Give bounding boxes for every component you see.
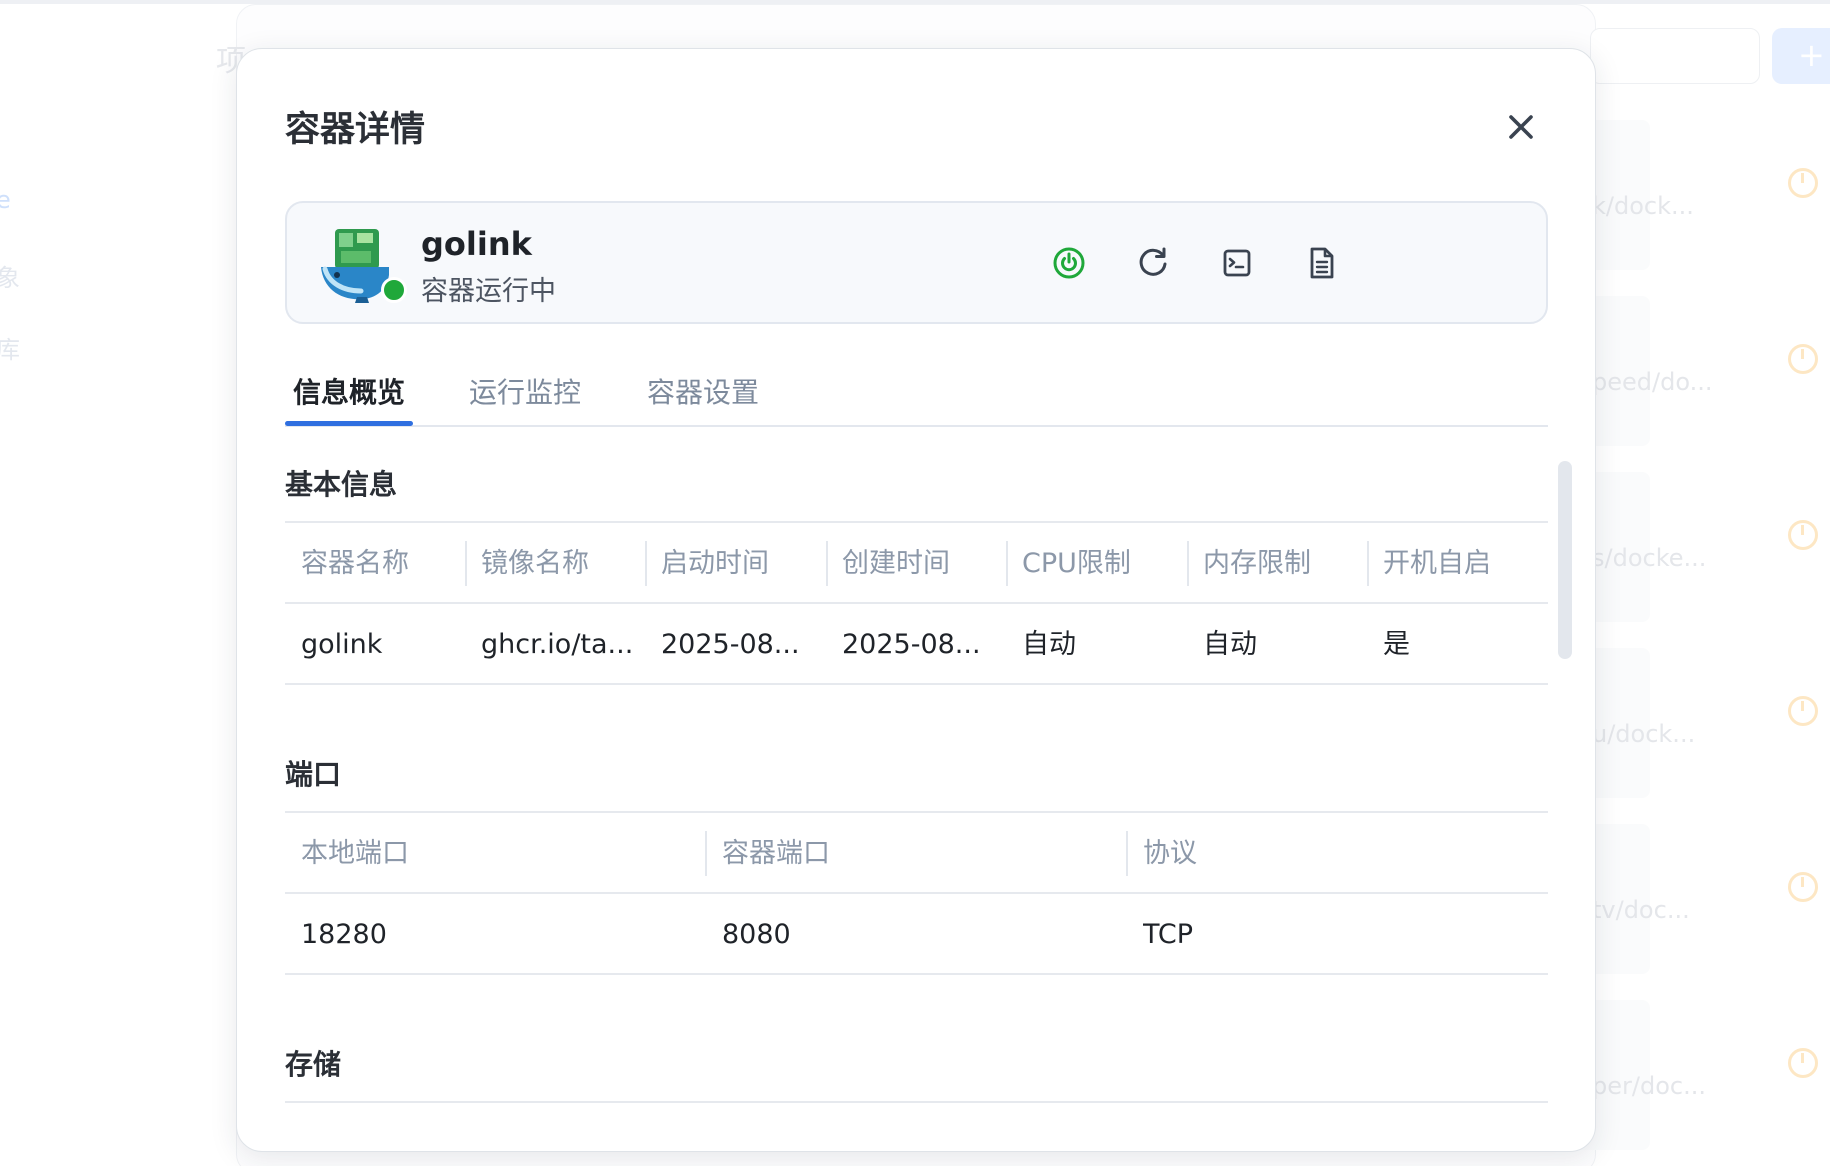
column-header: 协议 [1143, 838, 1197, 869]
document-icon [1310, 247, 1334, 279]
background-search-input [1590, 28, 1760, 84]
column-header: 开机自启 [1383, 548, 1491, 579]
section-title-storage: 存储 [285, 1048, 342, 1081]
column-divider [1006, 541, 1008, 586]
modal-title: 容器详情 [285, 110, 426, 150]
column-divider [645, 541, 647, 586]
container-detail-modal: 容器详情 golink 容器运行中 信息概览 运行监控 容器设置 基本信息 容器… [236, 48, 1596, 1152]
tab-overview[interactable]: 信息概览 [293, 371, 405, 411]
app-screen: 项 e 象 库 + k/dock... peed/do... s/docke..… [0, 0, 1830, 1166]
background-power-icon [1788, 872, 1818, 902]
running-status-dot [381, 277, 407, 303]
background-sidebar-item: 库 [0, 336, 20, 364]
ports-table: 本地端口 容器端口 协议 18280 8080 TCP [285, 811, 1548, 975]
background-list-item-text: s/docke... [1592, 544, 1707, 572]
background-power-icon [1788, 168, 1818, 198]
close-button[interactable] [1501, 107, 1541, 147]
background-add-button: + [1772, 28, 1830, 84]
table-cell: 8080 [722, 919, 791, 950]
background-list-item-text: peed/do... [1592, 368, 1713, 396]
table-cell: 2025-08... [661, 629, 800, 660]
column-header: 镜像名称 [481, 548, 589, 579]
column-divider [1126, 831, 1128, 876]
storage-table [285, 1101, 1548, 1103]
column-header: 本地端口 [301, 838, 409, 869]
table-header: 容器名称 镜像名称 启动时间 创建时间 CPU限制 内存限制 开机自启 [285, 523, 1548, 604]
column-header: 容器端口 [722, 838, 830, 869]
table-cell: ghcr.io/ta... [481, 629, 634, 660]
column-divider [826, 541, 828, 586]
table-row: golink ghcr.io/ta... 2025-08... 2025-08.… [285, 604, 1548, 685]
column-divider [705, 831, 707, 876]
close-icon [1509, 115, 1533, 139]
table-cell: 18280 [301, 919, 387, 950]
background-power-icon [1788, 1048, 1818, 1078]
active-tab-indicator [285, 421, 413, 426]
power-icon [1053, 247, 1085, 279]
background-list-item-text: k/dock... [1592, 192, 1694, 220]
background-list-item-text: tv/doc... [1592, 896, 1690, 924]
background-list-item-text: per/doc... [1592, 1072, 1706, 1100]
container-summary-card: golink 容器运行中 [285, 201, 1548, 324]
table-cell: golink [301, 629, 383, 660]
terminal-icon [1223, 249, 1251, 277]
background-power-icon [1788, 344, 1818, 374]
table-cell: 自动 [1022, 629, 1076, 660]
background-power-icon [1788, 520, 1818, 550]
column-header: 容器名称 [301, 548, 409, 579]
content-scrollbar[interactable] [1558, 461, 1572, 659]
tab-monitoring[interactable]: 运行监控 [469, 371, 581, 411]
column-divider [1187, 541, 1189, 586]
column-divider [465, 541, 467, 586]
restart-button[interactable] [1133, 243, 1173, 283]
column-header: 启动时间 [661, 548, 769, 579]
section-title-basic-info: 基本信息 [285, 468, 398, 501]
table-cell: 2025-08... [842, 629, 981, 660]
table-cell: 自动 [1203, 629, 1257, 660]
terminal-button[interactable] [1217, 243, 1257, 283]
tab-bar: 信息概览 运行监控 容器设置 [285, 371, 1548, 427]
container-status-text: 容器运行中 [421, 276, 556, 307]
table-cell: 是 [1383, 629, 1410, 660]
table-cell: TCP [1143, 919, 1194, 950]
background-list-item-text: u/dock... [1592, 720, 1696, 748]
background-power-icon [1788, 696, 1818, 726]
column-header: CPU限制 [1022, 548, 1131, 579]
basic-info-table: 容器名称 镜像名称 启动时间 创建时间 CPU限制 内存限制 开机自启 goli… [285, 521, 1548, 685]
container-name: golink [421, 225, 532, 263]
column-divider [1367, 541, 1369, 586]
background-sidebar-item: 象 [0, 264, 20, 292]
power-button[interactable] [1049, 243, 1089, 283]
column-header: 内存限制 [1203, 548, 1311, 579]
background-sidebar-item: e [0, 186, 11, 214]
column-header: 创建时间 [842, 548, 950, 579]
refresh-icon [1139, 247, 1167, 276]
table-row: 18280 8080 TCP [285, 894, 1548, 975]
table-header: 本地端口 容器端口 协议 [285, 813, 1548, 894]
tab-settings[interactable]: 容器设置 [647, 371, 759, 411]
section-title-ports: 端口 [285, 758, 342, 791]
logs-button[interactable] [1301, 243, 1341, 283]
